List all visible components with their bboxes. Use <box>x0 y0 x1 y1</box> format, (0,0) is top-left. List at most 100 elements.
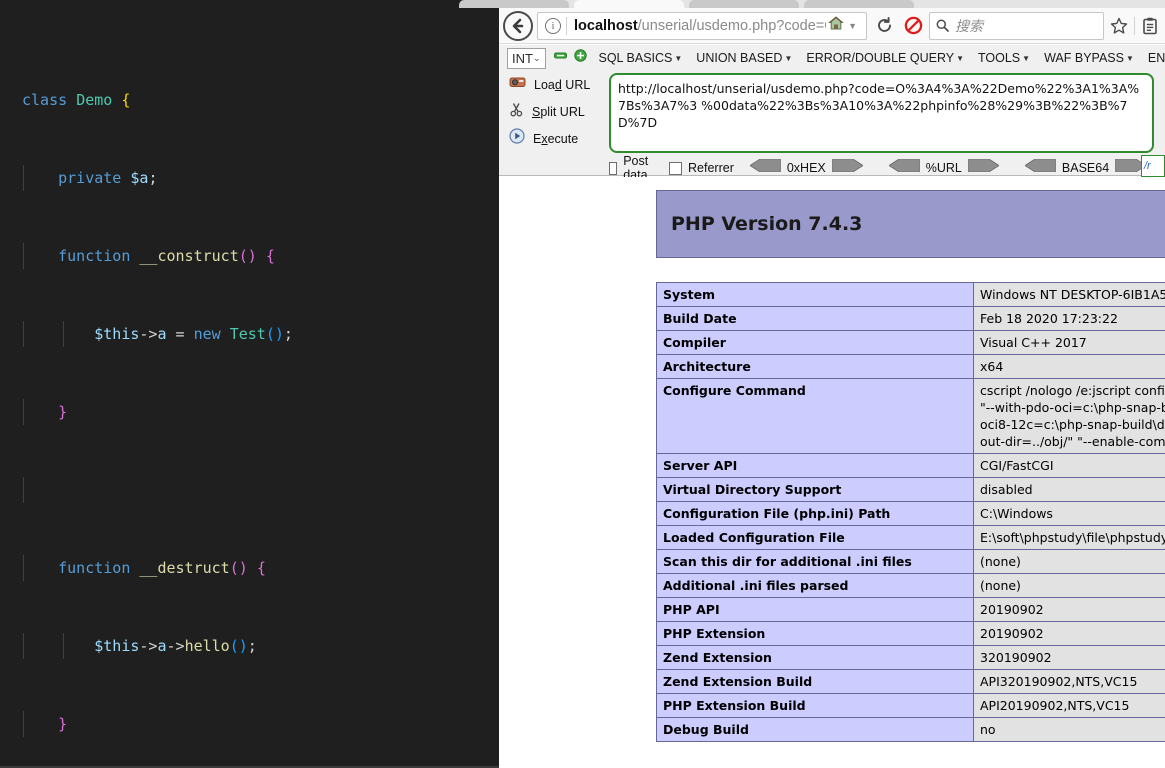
screen: class Demo { private $a; function __cons… <box>0 0 1165 768</box>
table-cell-key: Architecture <box>656 354 974 379</box>
split-url-button[interactable]: Split URL <box>499 98 604 125</box>
table-cell-value: 20190902 <box>973 621 1165 646</box>
table-row: Debug Build no <box>656 717 1165 742</box>
chevron-down-icon[interactable]: ▼ <box>848 21 857 31</box>
chevron-down-icon: ▼ <box>1022 53 1031 63</box>
table-row: Zend Extension 320190902 <box>656 645 1165 670</box>
hackbar-options-row: Post data Referrer 0xHEX %URL BASE64 <box>609 154 1165 182</box>
tab-strip <box>459 0 1165 8</box>
table-row: System Windows NT DESKTOP-6IB1A5H <box>656 282 1165 307</box>
hackbar-action-buttons: Load URL Split URL Execute <box>499 71 604 176</box>
checkbox-box[interactable] <box>669 161 683 175</box>
url-label: %URL <box>925 161 962 175</box>
base64-encoder-group: BASE64 <box>1024 158 1147 177</box>
browser-window: i localhost/unserial/usdemo.php?code=O ▼ <box>459 0 1165 768</box>
table-cell-value: Feb 18 2020 17:23:22 <box>973 306 1165 331</box>
encode-right-arrow-icon[interactable] <box>831 158 864 177</box>
plus-button-icon[interactable] <box>573 49 587 67</box>
split-url-icon <box>509 102 524 122</box>
table-cell-value: Visual C++ 2017 <box>973 330 1165 355</box>
hackbar-menu-tools[interactable]: TOOLS ▼ <box>978 51 1030 65</box>
noscript-blocked-icon[interactable] <box>897 16 929 35</box>
table-cell-value: (none) <box>973 573 1165 598</box>
hackbar-menu-waf-bypass[interactable]: WAF BYPASS ▼ <box>1044 51 1134 65</box>
table-cell-key: PHP Extension Build <box>656 693 974 718</box>
hackbar-menu-error-double-query[interactable]: ERROR/DOUBLE QUERY ▼ <box>806 51 964 65</box>
chevron-down-icon: ▼ <box>674 53 683 63</box>
url-encoder-group: %URL <box>888 158 1000 177</box>
referrer-label: Referrer <box>688 161 734 175</box>
chevron-down-icon: ▼ <box>784 53 793 63</box>
hackbar-menu-sql-basics[interactable]: SQL BASICS ▼ <box>599 51 683 65</box>
table-cell-value: C:\Windows <box>973 501 1165 526</box>
minus-button-icon[interactable] <box>553 49 567 67</box>
checkbox-box[interactable] <box>609 161 618 175</box>
code-editor-pane[interactable]: class Demo { private $a; function __cons… <box>0 0 499 768</box>
referrer-checkbox[interactable]: Referrer <box>669 161 734 175</box>
hex-label: 0xHEX <box>786 161 826 175</box>
hackbar-overflow-field[interactable]: /r <box>1141 155 1165 177</box>
encode-right-arrow-icon[interactable] <box>967 158 1000 177</box>
url-divider <box>566 16 567 35</box>
table-row: Server API CGI/FastCGI <box>656 453 1165 478</box>
hackbar-url-textarea[interactable]: http://localhost/unserial/usdemo.php?cod… <box>609 73 1154 153</box>
execute-label: Execute <box>533 131 579 146</box>
table-cell-value: disabled <box>973 477 1165 502</box>
browser-tab[interactable] <box>459 0 569 8</box>
table-row: Configure Command cscript /nologo /e:jscr… <box>656 378 1165 454</box>
info-icon[interactable]: i <box>545 17 561 34</box>
code-line: $this->a = new Test(); <box>0 321 499 347</box>
table-row: Compiler Visual C++ 2017 <box>656 330 1165 355</box>
browser-tab-active[interactable] <box>574 0 684 8</box>
decode-left-arrow-icon[interactable] <box>1024 158 1057 177</box>
table-cell-value: API20190902,NTS,VC15 <box>973 693 1165 718</box>
code-line: } <box>0 399 499 425</box>
hackbar-menu-union-based[interactable]: UNION BASED ▼ <box>696 51 792 65</box>
hackbar-step-buttons <box>553 49 587 67</box>
code-content[interactable]: class Demo { private $a; function __cons… <box>0 0 499 768</box>
hackbar-menus: SQL BASICS ▼ UNION BASED ▼ ERROR/DOUBLE QU… <box>599 51 1165 65</box>
code-line: function __construct() { <box>0 243 499 269</box>
load-url-button[interactable]: Load URL <box>499 71 604 98</box>
decode-left-arrow-icon[interactable] <box>749 158 782 177</box>
execute-button[interactable]: Execute <box>499 125 604 152</box>
php-version-title: PHP Version 7.4.3 <box>671 213 863 235</box>
table-row: PHP API 20190902 <box>656 597 1165 622</box>
load-url-icon <box>509 75 526 94</box>
table-cell-value: CGI/FastCGI <box>973 453 1165 478</box>
back-arrow-icon[interactable] <box>503 10 533 41</box>
table-cell-key: PHP Extension <box>656 621 974 646</box>
reload-icon[interactable] <box>871 17 897 34</box>
table-cell-key: Scan this dir for additional .ini files <box>656 549 974 574</box>
table-cell-value: x64 <box>973 354 1165 379</box>
address-bar[interactable]: i localhost/unserial/usdemo.php?code=O ▼ <box>537 11 867 40</box>
table-cell-value: 20190902 <box>973 597 1165 622</box>
table-cell-value: E:\soft\phpstudy\file\phpstudy_p <box>973 525 1165 550</box>
hackbar-toolbar: INT ⌄ SQL BASICS ▼ UNION BASED ▼ ERROR/D… <box>499 45 1165 182</box>
chevron-down-icon: ⌄ <box>532 52 541 63</box>
star-icon[interactable] <box>1104 17 1134 35</box>
hackbar-type-select[interactable]: INT ⌄ <box>507 47 546 69</box>
table-cell-key: Build Date <box>656 306 974 331</box>
table-cell-key: Server API <box>656 453 974 478</box>
browser-tab[interactable] <box>804 0 914 8</box>
browser-tab[interactable] <box>689 0 799 8</box>
decode-left-arrow-icon[interactable] <box>888 158 921 177</box>
library-icon[interactable] <box>1135 17 1165 35</box>
search-input[interactable]: 搜索 <box>929 11 1104 40</box>
home-icon[interactable] <box>828 15 844 36</box>
code-line: $this->a->hello(); <box>0 633 499 659</box>
table-cell-value: Windows NT DESKTOP-6IB1A5H <box>973 282 1165 307</box>
table-row: PHP Extension Build API20190902,NTS,VC15 <box>656 693 1165 718</box>
url-text: localhost/unserial/usdemo.php?code=O <box>574 18 826 34</box>
table-cell-value: cscript /nologo /e:jscript configu "--wi… <box>973 378 1165 454</box>
table-row: Zend Extension Build API320190902,NTS,VC1… <box>656 669 1165 694</box>
table-cell-key: Virtual Directory Support <box>656 477 974 502</box>
phpinfo-table: System Windows NT DESKTOP-6IB1A5H Build D… <box>656 282 1165 742</box>
table-cell-value: (none) <box>973 549 1165 574</box>
table-cell-key: Configuration File (php.ini) Path <box>656 501 974 526</box>
chevron-down-icon: ▼ <box>956 53 964 63</box>
hackbar-menu-encoding[interactable]: ENCODI <box>1148 51 1165 65</box>
table-row: Build Date Feb 18 2020 17:23:22 <box>656 306 1165 331</box>
load-url-label: Load URL <box>534 77 591 92</box>
